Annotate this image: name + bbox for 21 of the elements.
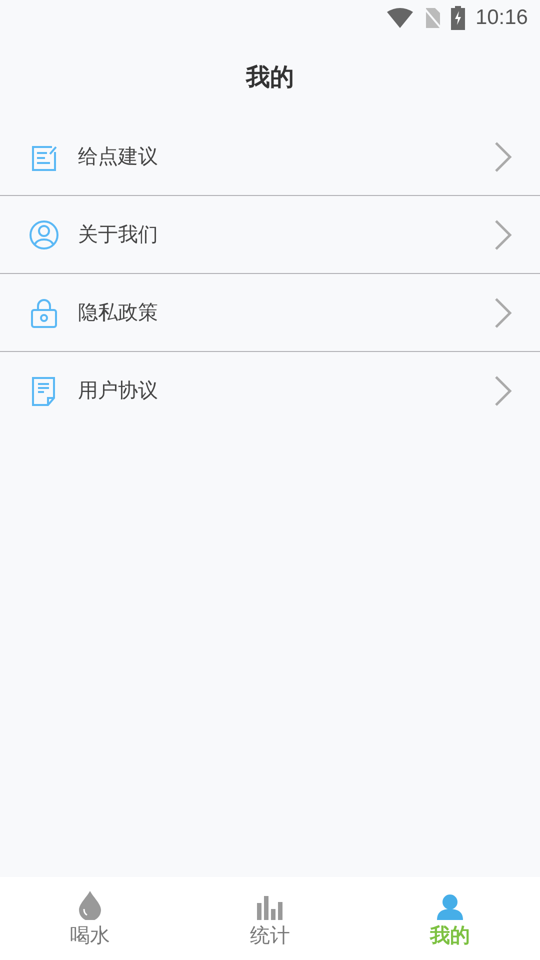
tab[interactable]: 统计 [180,877,360,960]
chevron-right-icon [494,296,512,328]
person-icon [437,894,463,920]
wifi-icon [387,8,414,28]
user-icon [29,220,59,250]
page-title: 我的 [246,62,294,93]
menu-item[interactable]: 给点建议 [0,118,540,196]
menu-item[interactable]: 关于我们 [0,196,540,274]
bar-chart-icon [257,896,283,920]
chevron-right-icon [494,374,512,406]
battery-charging-icon [451,6,466,30]
tab[interactable]: 喝水 [0,877,180,960]
menu-item[interactable]: 隐私政策 [0,274,540,352]
document-icon [31,376,57,406]
menu-item[interactable]: 用户协议 [0,352,540,429]
water-drop-icon [78,890,102,920]
clock-time: 10:16 [475,6,528,30]
no-sim-icon [423,7,442,29]
chevron-right-icon [494,218,512,250]
lock-icon [30,298,58,328]
chevron-right-icon [494,140,512,172]
